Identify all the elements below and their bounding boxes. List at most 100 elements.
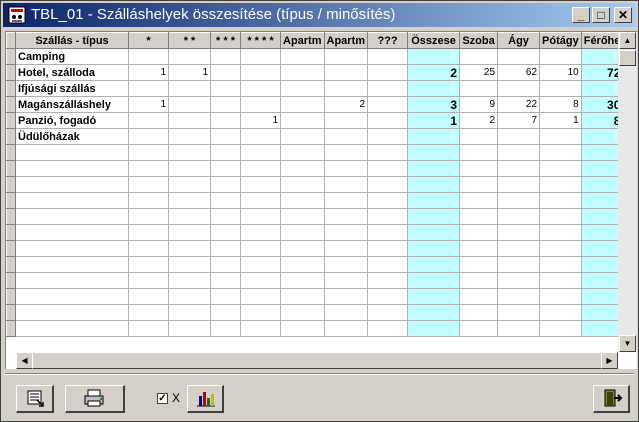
room-cell[interactable] [459, 80, 499, 97]
count-cell[interactable] [280, 304, 325, 321]
count-cell[interactable] [323, 64, 369, 81]
type-cell[interactable] [15, 160, 129, 177]
total-cell[interactable] [407, 192, 461, 209]
scroll-up-button[interactable]: ▲ [619, 32, 636, 49]
count-cell[interactable] [210, 304, 241, 321]
row-indicator[interactable] [6, 192, 16, 209]
table-row[interactable]: Üdülőházak 0 0 [6, 128, 624, 145]
type-cell[interactable]: Camping [15, 48, 129, 65]
count-cell[interactable] [280, 192, 325, 209]
chart-button[interactable] [187, 385, 224, 413]
column-header[interactable]: Szállás - típus [15, 32, 129, 49]
count-cell[interactable]: 1 [128, 64, 169, 81]
count-cell[interactable] [128, 128, 169, 145]
count-cell[interactable] [323, 240, 369, 257]
bed-cell[interactable] [497, 240, 541, 257]
extra-bed-cell[interactable] [539, 128, 582, 145]
type-cell[interactable]: Hotel, szálloda [15, 64, 129, 81]
row-indicator[interactable] [6, 272, 16, 289]
column-header[interactable]: Apartm [323, 32, 369, 49]
count-cell[interactable] [323, 304, 369, 321]
total-cell[interactable] [407, 144, 461, 161]
extra-bed-cell[interactable]: 10 [539, 64, 582, 81]
count-cell[interactable] [240, 176, 281, 193]
count-cell[interactable] [367, 288, 409, 305]
table-row[interactable]: Camping 0 0 [6, 48, 624, 65]
table-row[interactable] [6, 192, 624, 209]
count-cell[interactable] [323, 176, 369, 193]
scroll-left-button[interactable]: ◀ [16, 352, 33, 369]
count-cell[interactable] [280, 272, 325, 289]
bed-cell[interactable] [497, 144, 541, 161]
count-cell[interactable] [168, 304, 211, 321]
count-cell[interactable] [128, 144, 169, 161]
bed-cell[interactable] [497, 272, 541, 289]
room-cell[interactable] [459, 192, 499, 209]
count-cell[interactable] [367, 320, 409, 337]
count-cell[interactable] [240, 304, 281, 321]
count-cell[interactable] [323, 112, 369, 129]
total-cell[interactable] [407, 160, 461, 177]
bed-cell[interactable] [497, 192, 541, 209]
count-cell[interactable] [367, 304, 409, 321]
capacity-cell[interactable] [580, 160, 624, 177]
count-cell[interactable] [240, 160, 281, 177]
count-cell[interactable] [280, 160, 325, 177]
count-cell[interactable] [168, 176, 211, 193]
minimize-button[interactable]: _ [572, 7, 590, 23]
vertical-scroll-thumb[interactable] [619, 50, 636, 66]
table-row[interactable] [6, 176, 624, 193]
total-cell[interactable]: 0 [407, 48, 461, 65]
row-indicator[interactable] [6, 224, 16, 241]
count-cell[interactable] [210, 144, 241, 161]
count-cell[interactable] [240, 192, 281, 209]
count-cell[interactable] [168, 128, 211, 145]
count-cell[interactable] [128, 176, 169, 193]
data-grid[interactable]: Szállás - típus * * * * * * * * * * Apar… [5, 31, 637, 369]
room-cell[interactable] [459, 288, 499, 305]
count-cell[interactable] [323, 288, 369, 305]
room-cell[interactable]: 25 [459, 64, 499, 81]
count-cell[interactable] [210, 288, 241, 305]
room-cell[interactable]: 2 [459, 112, 499, 129]
row-indicator[interactable] [6, 48, 16, 65]
type-cell[interactable]: Üdülőházak [15, 128, 129, 145]
capacity-cell[interactable] [580, 144, 624, 161]
extra-bed-cell[interactable]: 1 [539, 112, 582, 129]
extra-bed-cell[interactable] [539, 176, 582, 193]
count-cell[interactable] [168, 320, 211, 337]
exit-button[interactable] [593, 385, 630, 413]
count-cell[interactable] [210, 96, 241, 113]
count-cell[interactable] [367, 144, 409, 161]
count-cell[interactable] [240, 224, 281, 241]
extra-bed-cell[interactable] [539, 304, 582, 321]
extra-bed-cell[interactable] [539, 208, 582, 225]
column-header[interactable]: Apartm [280, 32, 325, 49]
count-cell[interactable] [367, 192, 409, 209]
count-cell[interactable] [210, 128, 241, 145]
count-cell[interactable] [367, 112, 409, 129]
table-row[interactable] [6, 256, 624, 273]
count-cell[interactable] [280, 64, 325, 81]
extra-bed-cell[interactable] [539, 272, 582, 289]
capacity-cell[interactable] [580, 240, 624, 257]
count-cell[interactable] [240, 256, 281, 273]
capacity-cell[interactable] [580, 288, 624, 305]
count-cell[interactable] [168, 240, 211, 257]
room-cell[interactable] [459, 160, 499, 177]
row-indicator[interactable] [6, 112, 16, 129]
x-checkbox[interactable]: ✓ [157, 393, 168, 404]
column-header[interactable]: * [128, 32, 169, 49]
bed-cell[interactable] [497, 208, 541, 225]
column-header[interactable]: ??? [367, 32, 409, 49]
count-cell[interactable] [210, 64, 241, 81]
extra-bed-cell[interactable] [539, 160, 582, 177]
count-cell[interactable] [323, 320, 369, 337]
count-cell[interactable] [128, 160, 169, 177]
column-header[interactable]: Férőhe [580, 32, 624, 49]
count-cell[interactable] [168, 80, 211, 97]
count-cell[interactable] [323, 144, 369, 161]
count-cell[interactable] [168, 48, 211, 65]
extra-bed-cell[interactable] [539, 224, 582, 241]
type-cell[interactable] [15, 224, 129, 241]
